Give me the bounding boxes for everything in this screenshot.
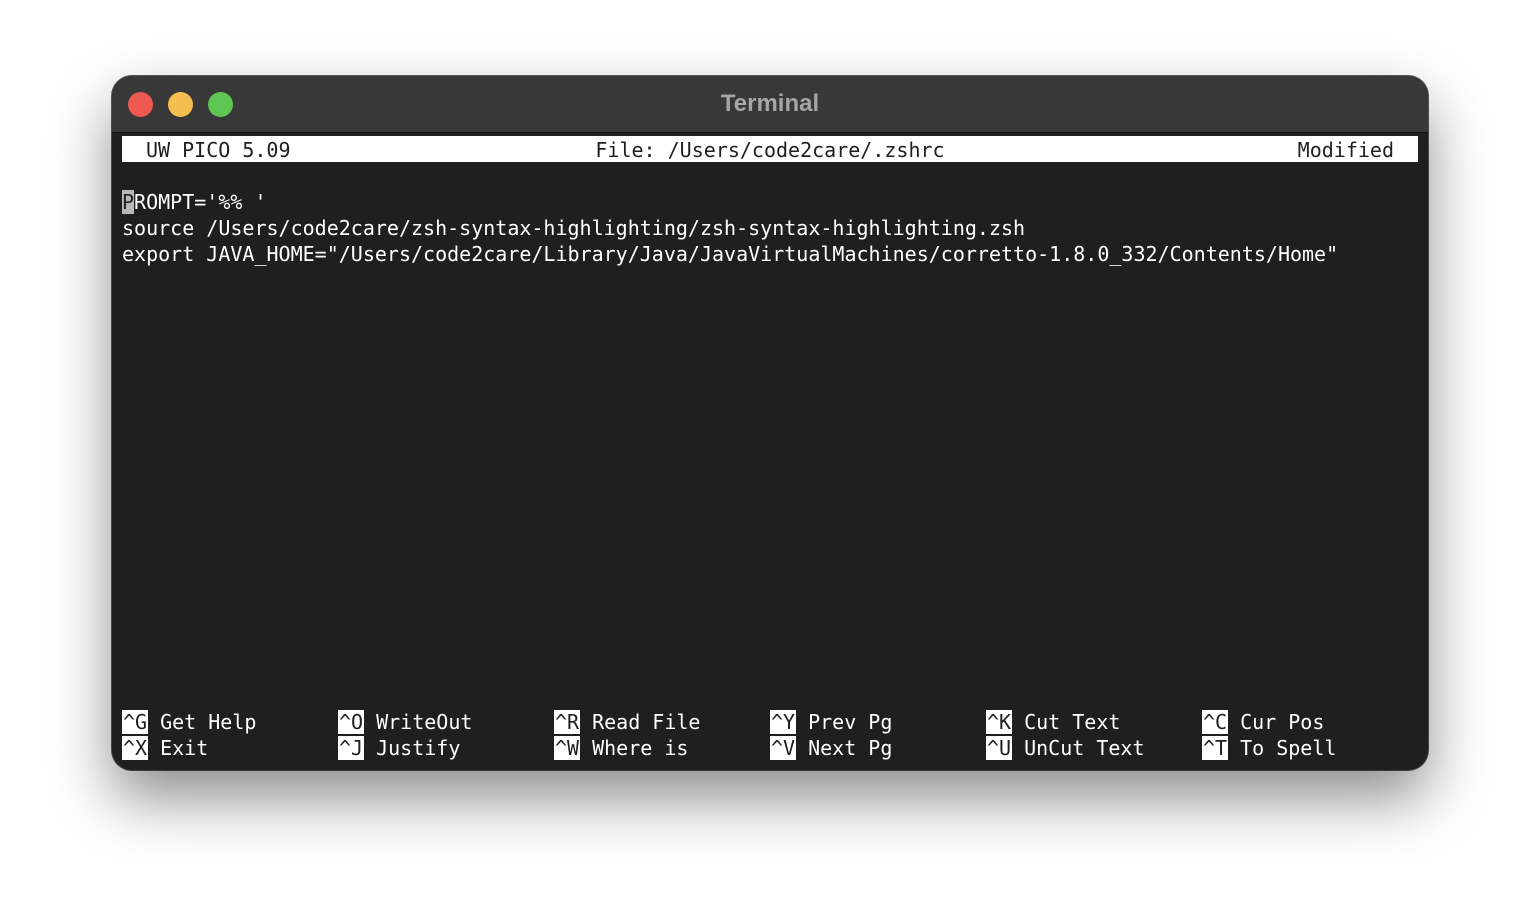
shortcut-label: Cut Text [1024,710,1121,734]
shortcut-label: Read File [592,710,701,734]
shortcut-prev-page[interactable]: ^Y Prev Pg [770,709,892,735]
shortcut-key: ^R [554,710,581,734]
pico-header-bar: File: /Users/code2care/.zshrc UW PICO 5.… [122,136,1418,162]
shortcut-key: ^Y [770,710,797,734]
text-cursor: P [122,190,135,214]
shortcut-to-spell[interactable]: ^T To Spell [1202,735,1336,761]
pico-status: Modified [1297,138,1394,162]
editor-area[interactable]: PROMPT='%% ' source /Users/code2care/zsh… [122,189,1418,267]
shortcut-label: Justify [376,736,461,760]
shortcut-label: WriteOut [376,710,473,734]
shortcut-key: ^C [1202,710,1229,734]
shortcut-key: ^O [338,710,365,734]
shortcut-key: ^G [122,710,149,734]
shortcut-key: ^U [986,736,1013,760]
shortcut-label: Cur Pos [1240,710,1325,734]
shortcut-label: UnCut Text [1024,736,1145,760]
shortcut-where-is[interactable]: ^W Where is [554,735,688,761]
title-bar[interactable]: Terminal [112,76,1428,133]
terminal-content[interactable]: File: /Users/code2care/.zshrc UW PICO 5.… [122,136,1418,766]
shortcut-uncut-text[interactable]: ^U UnCut Text [986,735,1145,761]
editor-line-1[interactable]: PROMPT='%% ' [122,189,1418,215]
shortcut-key: ^J [338,736,365,760]
editor-line-2[interactable]: source /Users/code2care/zsh-syntax-highl… [122,215,1418,241]
shortcut-justify[interactable]: ^J Justify [338,735,460,761]
shortcut-key: ^K [986,710,1013,734]
shortcut-key: ^T [1202,736,1229,760]
pico-file-name: File: /Users/code2care/.zshrc [595,138,945,162]
terminal-window: Terminal File: /Users/code2care/.zshrc U… [112,76,1428,770]
shortcut-label: Prev Pg [808,710,893,734]
shortcut-cur-pos[interactable]: ^C Cur Pos [1202,709,1324,735]
shortcut-exit[interactable]: ^X Exit [122,735,208,761]
shortcut-label: Exit [160,736,209,760]
pico-version: UW PICO 5.09 [146,138,291,162]
shortcut-key: ^W [554,736,581,760]
shortcut-label: To Spell [1240,736,1337,760]
shortcut-label: Where is [592,736,689,760]
shortcut-key: ^X [122,736,149,760]
window-title: Terminal [720,90,820,117]
shortcut-key: ^V [770,736,797,760]
shortcut-bar: ^G Get Help ^O WriteOut ^R Read File ^Y Prev… [122,709,1418,761]
editor-line-3[interactable]: export JAVA_HOME="/Users/code2care/Libra… [122,241,1418,267]
shortcut-get-help[interactable]: ^G Get Help [122,709,256,735]
shortcut-writeout[interactable]: ^O WriteOut [338,709,472,735]
shortcut-label: Next Pg [808,736,893,760]
shortcut-label: Get Help [160,710,257,734]
editor-line-1-text: ROMPT='%% ' [134,190,267,214]
shortcut-next-page[interactable]: ^V Next Pg [770,735,892,761]
shortcut-cut-text[interactable]: ^K Cut Text [986,709,1120,735]
shortcut-read-file[interactable]: ^R Read File [554,709,700,735]
